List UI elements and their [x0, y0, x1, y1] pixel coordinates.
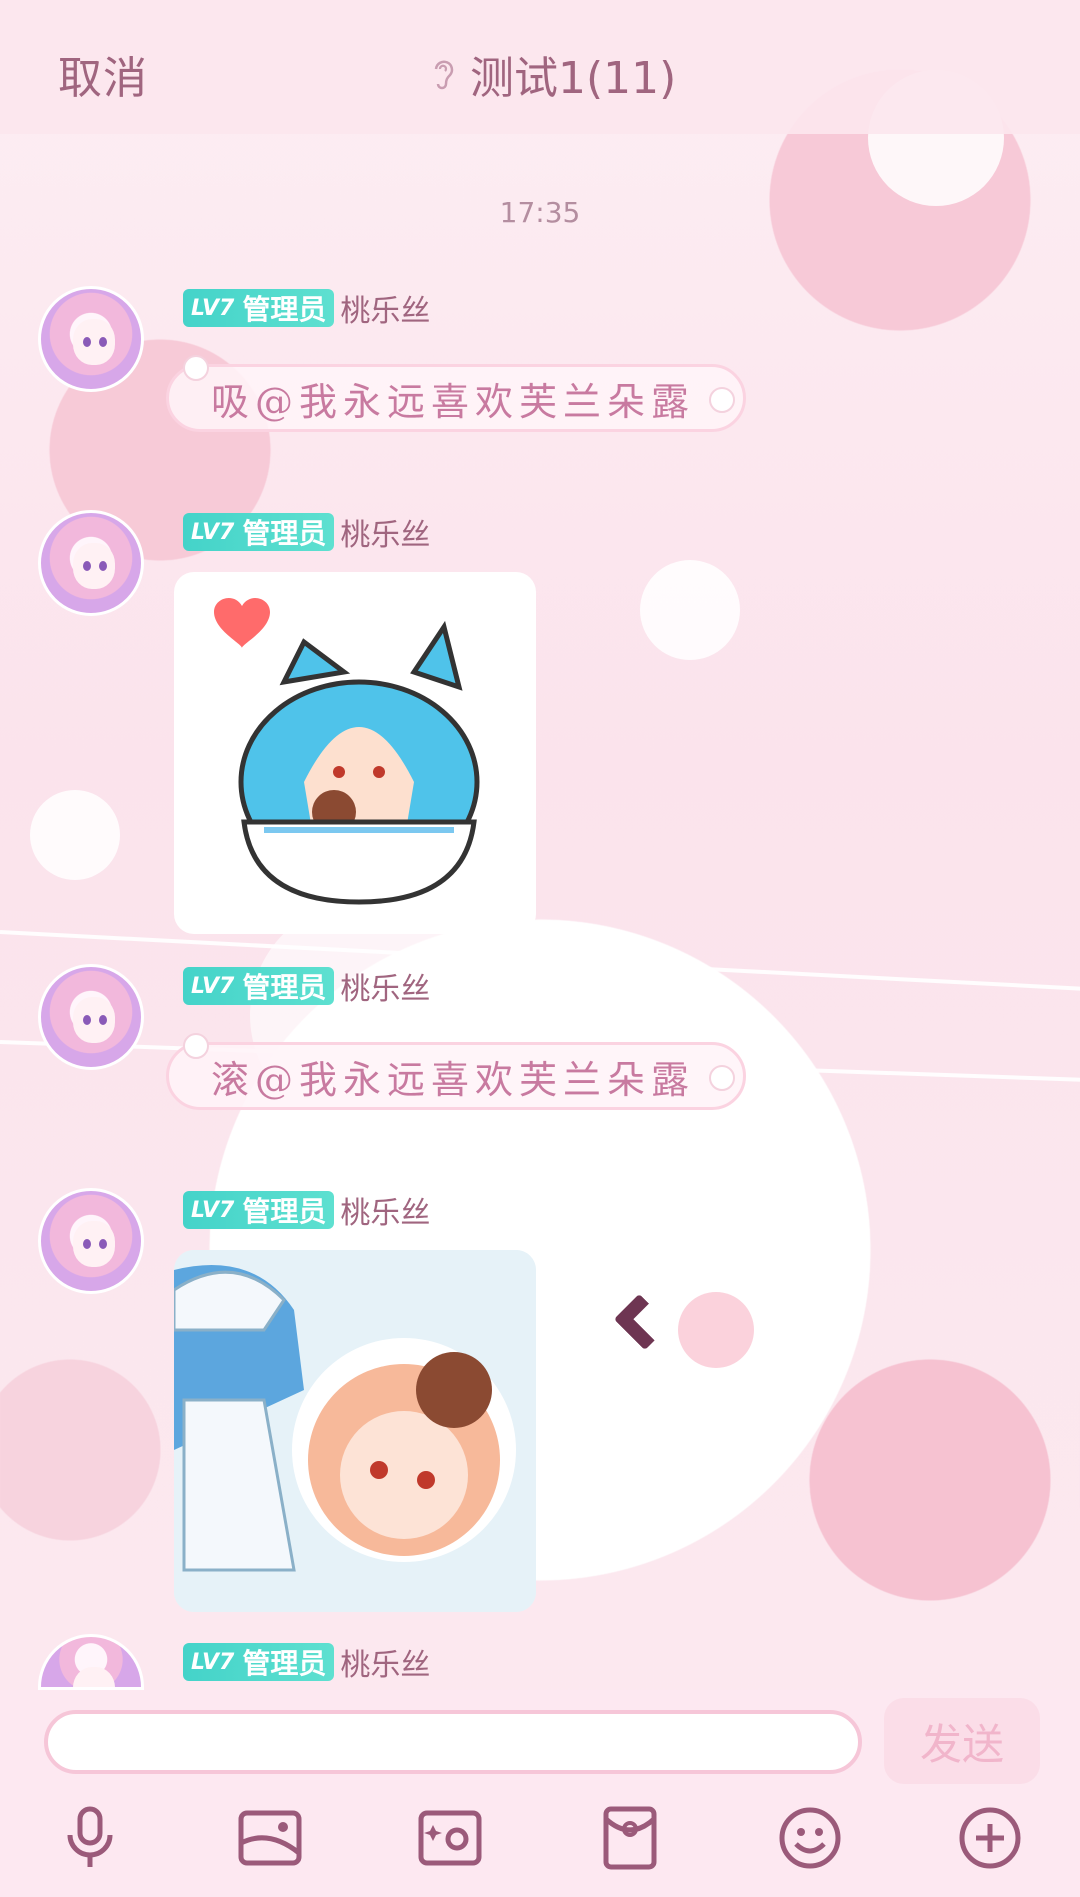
- message-text: 吸@我永远喜欢芙兰朵露: [211, 379, 696, 424]
- level-badge: LV7 管理员: [183, 513, 335, 551]
- message-input[interactable]: [44, 1710, 862, 1774]
- image-icon: [238, 1810, 302, 1866]
- message-meta: LV7 管理员 桃乐丝: [183, 1188, 430, 1232]
- bunny-icon: [183, 1033, 209, 1059]
- message-meta: LV7 管理员 桃乐丝: [183, 286, 430, 330]
- red-packet-button[interactable]: [592, 1800, 668, 1876]
- sender-name: 桃乐丝: [340, 518, 431, 553]
- ear-icon: [434, 60, 454, 90]
- mic-button[interactable]: [52, 1800, 128, 1876]
- blue-cat-cup-sticker: [214, 598, 480, 905]
- sender-name: 桃乐丝: [340, 1196, 431, 1231]
- bunny-icon: [183, 355, 209, 381]
- message-timestamp: 17:35: [499, 196, 581, 229]
- bg-bubble: [640, 560, 740, 660]
- avatar[interactable]: [38, 510, 144, 616]
- bg-eye: [613, 1293, 671, 1351]
- message-meta: LV7 管理员 桃乐丝: [183, 1640, 430, 1684]
- sticker-image[interactable]: [174, 572, 536, 934]
- role-text: 管理员: [242, 1647, 327, 1680]
- anime-girl-sticker: [174, 1250, 536, 1612]
- emoji-button[interactable]: [772, 1800, 848, 1876]
- level-badge: LV7 管理员: [183, 289, 335, 327]
- send-button[interactable]: 发送: [884, 1698, 1040, 1784]
- message-meta: LV7 管理员 桃乐丝: [183, 964, 430, 1008]
- bg-stripe: [0, 930, 1080, 992]
- level-badge: LV7 管理员: [183, 1643, 335, 1681]
- more-button[interactable]: [952, 1800, 1028, 1876]
- camera-button[interactable]: [412, 1800, 488, 1876]
- camera-icon: [418, 1810, 482, 1866]
- avatar[interactable]: [38, 964, 144, 1070]
- emoji-icon: [779, 1807, 841, 1869]
- plus-icon: [959, 1807, 1021, 1869]
- level-text: LV7: [191, 519, 235, 545]
- level-badge: LV7 管理员: [183, 967, 335, 1005]
- role-text: 管理员: [242, 971, 327, 1004]
- message-meta: LV7 管理员 桃乐丝: [183, 510, 430, 554]
- role-text: 管理员: [242, 517, 327, 550]
- chat-header: 取消 测试1(11): [0, 0, 1080, 134]
- level-badge: LV7 管理员: [183, 1191, 335, 1229]
- role-text: 管理员: [242, 1195, 327, 1228]
- bunny-icon: [709, 1065, 736, 1091]
- bg-bubble: [30, 790, 120, 880]
- image-button[interactable]: [232, 1800, 308, 1876]
- sender-name: 桃乐丝: [340, 1648, 431, 1683]
- role-text: 管理员: [242, 293, 327, 326]
- mic-icon: [67, 1806, 113, 1867]
- chat-title-group: 测试1(11): [430, 42, 676, 106]
- message-text: 滚@我永远喜欢芙兰朵露: [211, 1057, 696, 1102]
- cancel-button[interactable]: 取消: [58, 42, 148, 106]
- avatar[interactable]: [38, 1634, 144, 1690]
- bunny-icon: [709, 387, 736, 413]
- bg-blush: [678, 1292, 754, 1368]
- level-text: LV7: [191, 295, 235, 321]
- red-packet-icon: [603, 1806, 657, 1870]
- sender-name: 桃乐丝: [340, 294, 431, 329]
- level-text: LV7: [191, 973, 235, 999]
- level-text: LV7: [191, 1649, 235, 1675]
- sticker-image[interactable]: [174, 1250, 536, 1612]
- avatar[interactable]: [38, 286, 144, 392]
- chat-title: 测试1(11): [470, 53, 677, 104]
- message-bubble[interactable]: 吸@我永远喜欢芙兰朵露: [166, 355, 747, 432]
- avatar[interactable]: [38, 1188, 144, 1294]
- input-bar: 发送: [0, 1690, 1080, 1897]
- level-text: LV7: [191, 1197, 235, 1223]
- message-bubble[interactable]: 滚@我永远喜欢芙兰朵露: [166, 1033, 747, 1110]
- sender-name: 桃乐丝: [340, 972, 431, 1007]
